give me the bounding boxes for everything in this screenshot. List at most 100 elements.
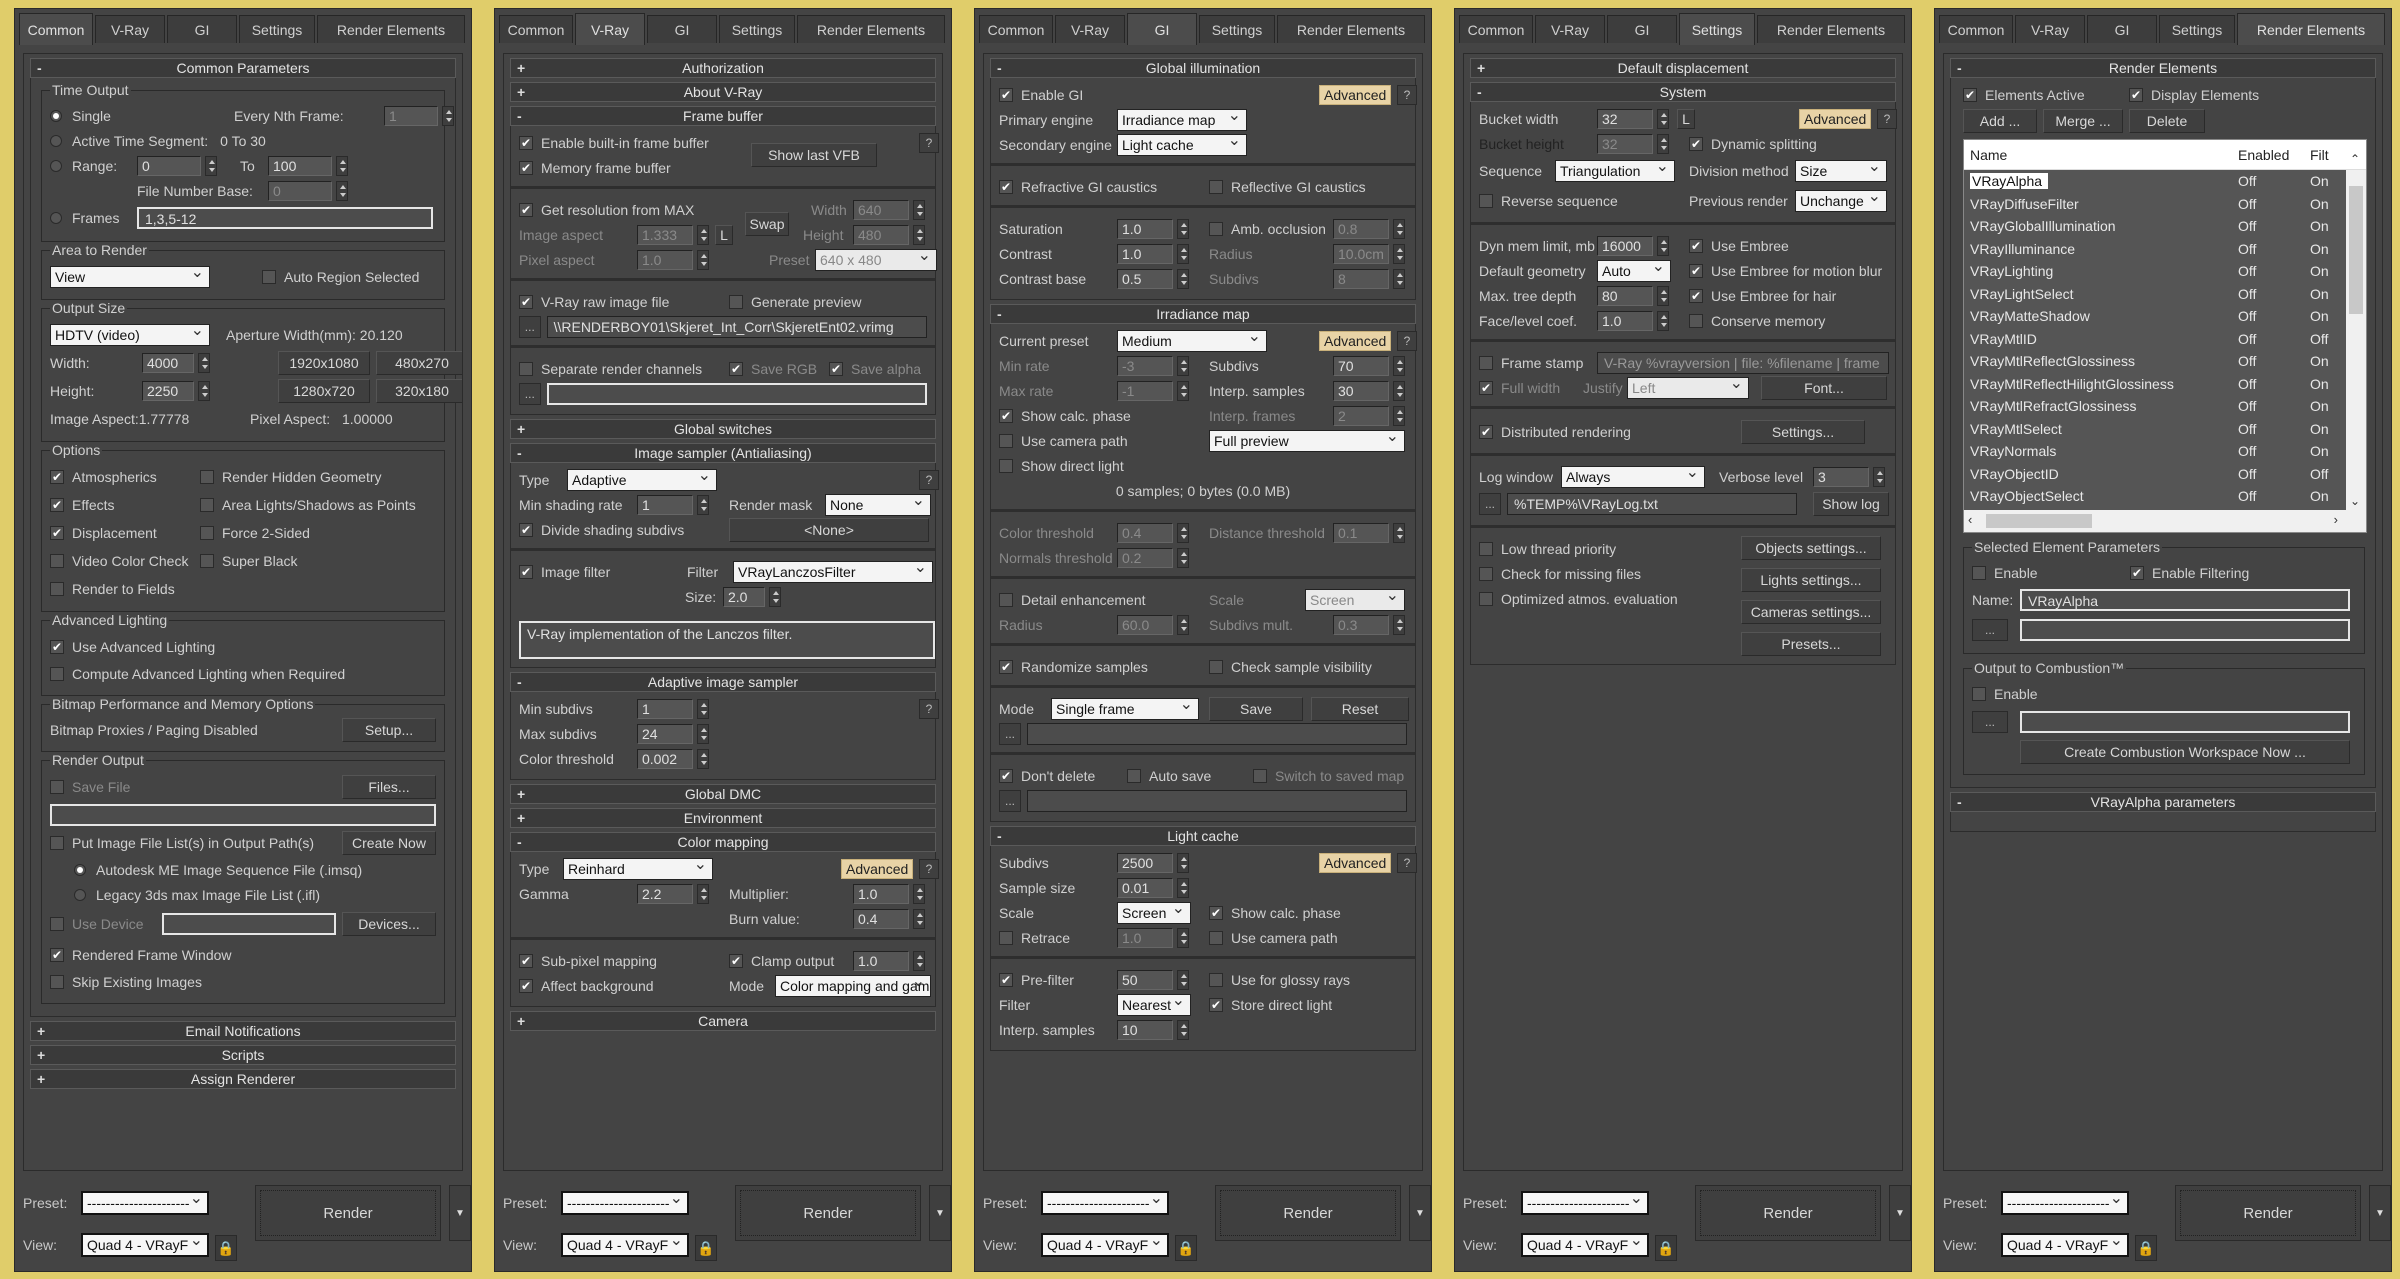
dont-delete-checkbox[interactable] xyxy=(999,768,1013,783)
full-width-checkbox[interactable] xyxy=(1479,380,1493,395)
rollout-authorization[interactable]: + Authorization xyxy=(510,58,936,78)
distance-threshold-input[interactable]: 0.1 xyxy=(1333,522,1389,543)
view-dropdown[interactable]: Quad 4 - VRayF xyxy=(561,1233,689,1257)
presets-button[interactable]: Presets... xyxy=(1741,632,1881,656)
vfb-height-input[interactable]: 480 xyxy=(853,224,909,245)
preset-dropdown[interactable]: ---------------------- xyxy=(561,1191,689,1215)
lc-use-camera-path-checkbox[interactable] xyxy=(1209,930,1223,945)
rollout-about-vray[interactable]: + About V-Ray xyxy=(510,82,936,102)
log-window-dropdown[interactable]: Always xyxy=(1561,465,1705,488)
list-item[interactable]: VRayAlpha Off On xyxy=(1964,170,2346,193)
ao-subdivs-input[interactable]: 8 xyxy=(1333,268,1389,289)
advanced-button[interactable]: Advanced xyxy=(1319,330,1392,351)
rollout-irradiance-map[interactable]: - Irradiance map xyxy=(990,304,1416,324)
radio-frames[interactable] xyxy=(50,212,62,224)
render-to-fields-checkbox[interactable] xyxy=(50,582,64,596)
spinner-arrows[interactable] xyxy=(1657,133,1669,154)
help-button[interactable]: ? xyxy=(919,132,939,153)
file-number-base-input[interactable]: 0 xyxy=(268,180,332,201)
render-dropdown-arrow[interactable]: ▼ xyxy=(449,1185,471,1241)
browse-button[interactable]: ... xyxy=(519,315,541,338)
check-missing-files-checkbox[interactable] xyxy=(1479,566,1493,581)
show-log-button[interactable]: Show log xyxy=(1813,492,1889,516)
image-aspect-input[interactable]: 1.333 xyxy=(637,224,693,245)
lock-icon[interactable]: 🔒 xyxy=(1655,1235,1677,1261)
burn-value-input[interactable]: 0.4 xyxy=(853,908,909,929)
radio-ifl[interactable] xyxy=(74,888,86,901)
save-map-button[interactable]: Save xyxy=(1209,696,1303,721)
atmospherics-checkbox[interactable] xyxy=(50,470,64,484)
spinner-arrows[interactable] xyxy=(1177,218,1189,239)
dr-settings-button[interactable]: Settings... xyxy=(1741,420,1865,444)
max-tree-depth-input[interactable]: 80 xyxy=(1597,285,1653,306)
tab-vray[interactable]: V-Ray xyxy=(1055,15,1125,43)
tab-settings[interactable]: Settings xyxy=(719,15,795,43)
view-dropdown[interactable]: Quad 4 - VRayF xyxy=(1521,1233,1649,1257)
lock-icon[interactable]: 🔒 xyxy=(215,1235,237,1261)
compute-advanced-lighting-checkbox[interactable] xyxy=(50,666,64,681)
tab-settings[interactable]: Settings xyxy=(1199,15,1275,43)
enable-builtin-fb-checkbox[interactable] xyxy=(519,135,533,150)
output-size-dropdown[interactable]: HDTV (video) xyxy=(50,324,210,346)
normals-threshold-input[interactable]: 0.2 xyxy=(1117,547,1173,568)
area-to-render-dropdown[interactable]: View xyxy=(50,266,210,288)
spinner-arrows[interactable] xyxy=(1393,380,1405,401)
subpixel-mapping-checkbox[interactable] xyxy=(519,953,533,968)
spinner-arrows[interactable] xyxy=(442,105,454,126)
tab-render-elements[interactable]: Render Elements xyxy=(1277,15,1425,43)
tab-gi[interactable]: GI xyxy=(2087,15,2157,43)
switch-to-saved-checkbox[interactable] xyxy=(1253,768,1267,783)
advanced-button[interactable]: Advanced xyxy=(841,858,914,879)
face-level-coef-input[interactable]: 1.0 xyxy=(1597,310,1653,331)
primary-engine-dropdown[interactable]: Irradiance map xyxy=(1117,108,1247,131)
scroll-thumb[interactable] xyxy=(2349,186,2363,314)
render-button[interactable]: Render xyxy=(2175,1185,2361,1241)
irradiance-preset-dropdown[interactable]: Medium xyxy=(1117,329,1267,352)
previous-render-dropdown[interactable]: Unchange xyxy=(1795,190,1887,212)
help-button[interactable]: ? xyxy=(919,469,939,490)
range-from-input[interactable]: 0 xyxy=(137,155,201,176)
bitmap-setup-button[interactable]: Setup... xyxy=(342,718,436,742)
filter-size-input[interactable]: 2.0 xyxy=(723,586,765,607)
gamma-input[interactable]: 2.2 xyxy=(637,883,693,904)
list-item[interactable]: VRayGlobalIllumination Off On xyxy=(1964,215,2346,238)
division-method-dropdown[interactable]: Size xyxy=(1795,160,1887,182)
spinner-arrows[interactable] xyxy=(1177,614,1189,635)
browse-button[interactable]: ... xyxy=(1972,619,2008,641)
ao-amount-input[interactable]: 0.8 xyxy=(1333,218,1389,239)
contrast-input[interactable]: 1.0 xyxy=(1117,243,1173,264)
tab-render-elements[interactable]: Render Elements xyxy=(797,15,945,43)
auto-region-checkbox[interactable] xyxy=(262,270,276,284)
use-advanced-lighting-checkbox[interactable] xyxy=(50,639,64,654)
min-shading-rate-input[interactable]: 1 xyxy=(637,494,693,515)
tab-gi[interactable]: GI xyxy=(647,15,717,43)
raw-image-path-field[interactable]: \\RENDERBOY01\Skjeret_Int_Corr\SkjeretEn… xyxy=(546,315,927,338)
render-button[interactable]: Render xyxy=(1215,1185,1401,1241)
view-dropdown[interactable]: Quad 4 - VRayF xyxy=(1041,1233,1169,1257)
list-item[interactable]: VRayMtlID Off Off xyxy=(1964,328,2346,351)
frame-stamp-checkbox[interactable] xyxy=(1479,355,1493,370)
embree-motion-blur-checkbox[interactable] xyxy=(1689,263,1703,278)
spinner-arrows[interactable] xyxy=(1177,268,1189,289)
preset-320x180-button[interactable]: 320x180 xyxy=(376,379,462,403)
pixel-aspect-input[interactable]: 1.0 xyxy=(637,249,693,270)
saturation-input[interactable]: 1.0 xyxy=(1117,218,1173,239)
log-path-field[interactable]: %TEMP%\VRayLog.txt xyxy=(1507,493,1797,515)
help-button[interactable]: ? xyxy=(1397,852,1417,873)
render-hidden-geometry-checkbox[interactable] xyxy=(200,470,214,484)
default-geometry-dropdown[interactable]: Auto xyxy=(1597,259,1671,282)
channels-path-field[interactable] xyxy=(546,382,927,405)
subdivs-mult-input[interactable]: 0.3 xyxy=(1333,614,1389,635)
spinner-arrows[interactable] xyxy=(1177,243,1189,264)
list-item[interactable]: VRayObjectID Off Off xyxy=(1964,463,2346,486)
contrast-base-input[interactable]: 0.5 xyxy=(1117,268,1173,289)
files-button[interactable]: Files... xyxy=(342,775,436,799)
retrace-input[interactable]: 1.0 xyxy=(1117,927,1173,948)
vfb-preset-dropdown[interactable]: 640 x 480 xyxy=(815,248,937,271)
tab-render-elements[interactable]: Render Elements xyxy=(2237,13,2385,45)
column-name[interactable]: Name xyxy=(1964,147,2238,163)
put-image-file-list-checkbox[interactable] xyxy=(50,836,64,850)
detail-radius-input[interactable]: 60.0 xyxy=(1117,614,1173,635)
element-name-input[interactable]: VRayAlpha xyxy=(2020,589,2350,611)
ao-radius-input[interactable]: 10.0cm xyxy=(1333,243,1389,264)
